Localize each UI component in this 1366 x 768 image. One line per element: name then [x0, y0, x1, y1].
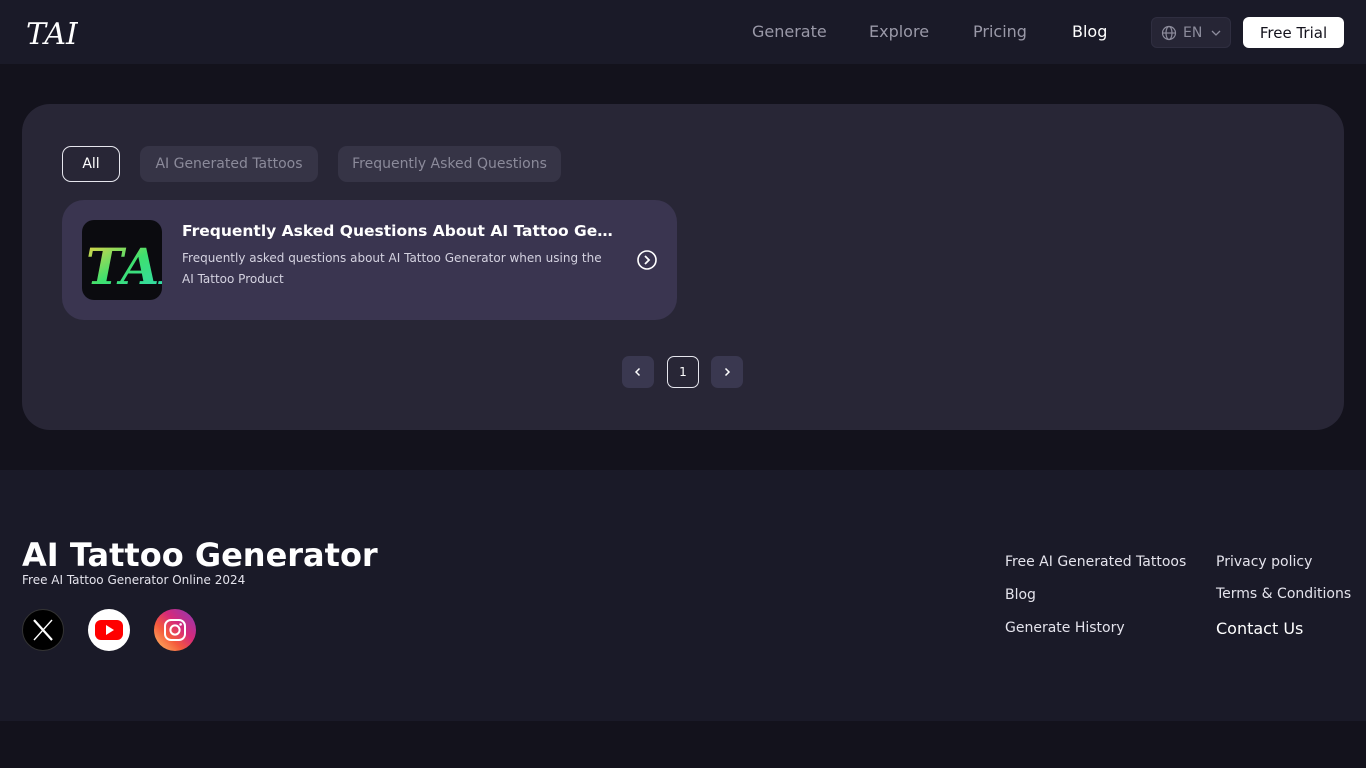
footer-link-free-ai-generated-tattoos[interactable]: Free AI Generated Tattoos	[1005, 554, 1186, 570]
globe-icon	[1161, 25, 1177, 40]
language-label: EN	[1183, 24, 1203, 41]
arrow-right-circle-icon[interactable]	[636, 249, 658, 271]
site-footer: AI Tattoo Generator Free AI Tattoo Gener…	[0, 470, 1366, 721]
footer-link-terms-conditions[interactable]: Terms & Conditions	[1216, 586, 1351, 602]
youtube-icon	[95, 620, 123, 640]
svg-text:TAI: TAI	[26, 17, 78, 50]
tai-logo[interactable]: TAI	[24, 14, 78, 50]
tab-frequently-asked-questions[interactable]: Frequently Asked Questions	[338, 146, 561, 182]
x-icon	[33, 619, 53, 641]
nav-explore[interactable]: Explore	[869, 22, 929, 41]
nav-pricing[interactable]: Pricing	[973, 22, 1027, 41]
post-thumbnail: TAI	[82, 220, 162, 300]
post-description: Frequently asked questions about AI Tatt…	[182, 251, 602, 286]
pagination-prev-button[interactable]	[622, 356, 654, 388]
post-title: Frequently Asked Questions About AI Tatt…	[182, 222, 622, 240]
x-social-link[interactable]	[22, 609, 64, 651]
chevron-left-icon	[634, 367, 641, 377]
footer-link-generate-history[interactable]: Generate History	[1005, 620, 1125, 636]
page-bottom	[0, 721, 1366, 768]
instagram-icon	[164, 619, 186, 641]
chevron-right-icon	[724, 367, 731, 377]
svg-text:TAI: TAI	[86, 237, 162, 296]
tai-logo-thumbnail: TAI	[86, 237, 162, 296]
youtube-social-link[interactable]	[88, 609, 130, 651]
footer-link-privacy-policy[interactable]: Privacy policy	[1216, 554, 1312, 570]
free-trial-button[interactable]: Free Trial	[1243, 17, 1344, 48]
site-header: TAI Generate Explore Pricing Blog EN Fre…	[0, 0, 1366, 64]
nav-generate[interactable]: Generate	[752, 22, 827, 41]
nav-blog[interactable]: Blog	[1072, 22, 1107, 41]
tab-ai-generated-tattoos[interactable]: AI Generated Tattoos	[140, 146, 318, 182]
tab-all[interactable]: All	[62, 146, 120, 182]
footer-link-blog[interactable]: Blog	[1005, 587, 1036, 603]
footer-subtitle: Free AI Tattoo Generator Online 2024	[22, 573, 246, 587]
footer-title: AI Tattoo Generator	[22, 536, 378, 574]
chevron-down-icon	[1211, 30, 1221, 36]
language-select[interactable]: EN	[1151, 17, 1231, 48]
pagination-next-button[interactable]	[711, 356, 743, 388]
instagram-social-link[interactable]	[154, 609, 196, 651]
blog-post-card[interactable]: TAI Frequently Asked Questions About AI …	[62, 200, 677, 320]
blog-panel: All AI Generated Tattoos Frequently Aske…	[22, 104, 1344, 430]
pagination-page-1[interactable]: 1	[667, 356, 699, 388]
footer-link-contact-us[interactable]: Contact Us	[1216, 619, 1303, 638]
